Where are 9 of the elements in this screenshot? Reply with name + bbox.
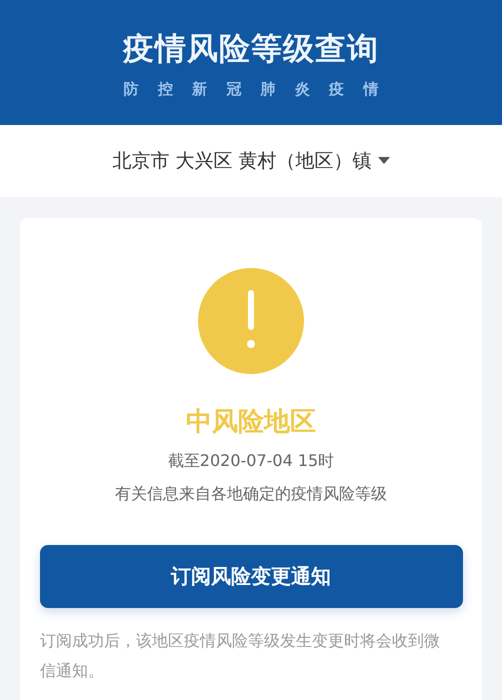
- risk-level-label: 中风险地区: [186, 406, 316, 439]
- source-note: 有关信息来自各地确定的疫情风险等级: [115, 484, 387, 505]
- subscribe-note: 订阅成功后，该地区疫情风险等级发生变更时将会收到微信通知。: [40, 630, 441, 682]
- subscribe-button[interactable]: 订阅风险变更通知: [40, 545, 462, 608]
- location-dropdown[interactable]: 北京市 大兴区 黄村（地区）镇: [112, 148, 390, 174]
- page-subtitle: 防 控 新 冠 肺 炎 疫 情: [124, 80, 378, 99]
- caret-icon: [378, 157, 390, 165]
- update-time: 截至2020-07-04 15时: [168, 451, 334, 472]
- page-title: 疫情风险等级查询: [123, 30, 379, 69]
